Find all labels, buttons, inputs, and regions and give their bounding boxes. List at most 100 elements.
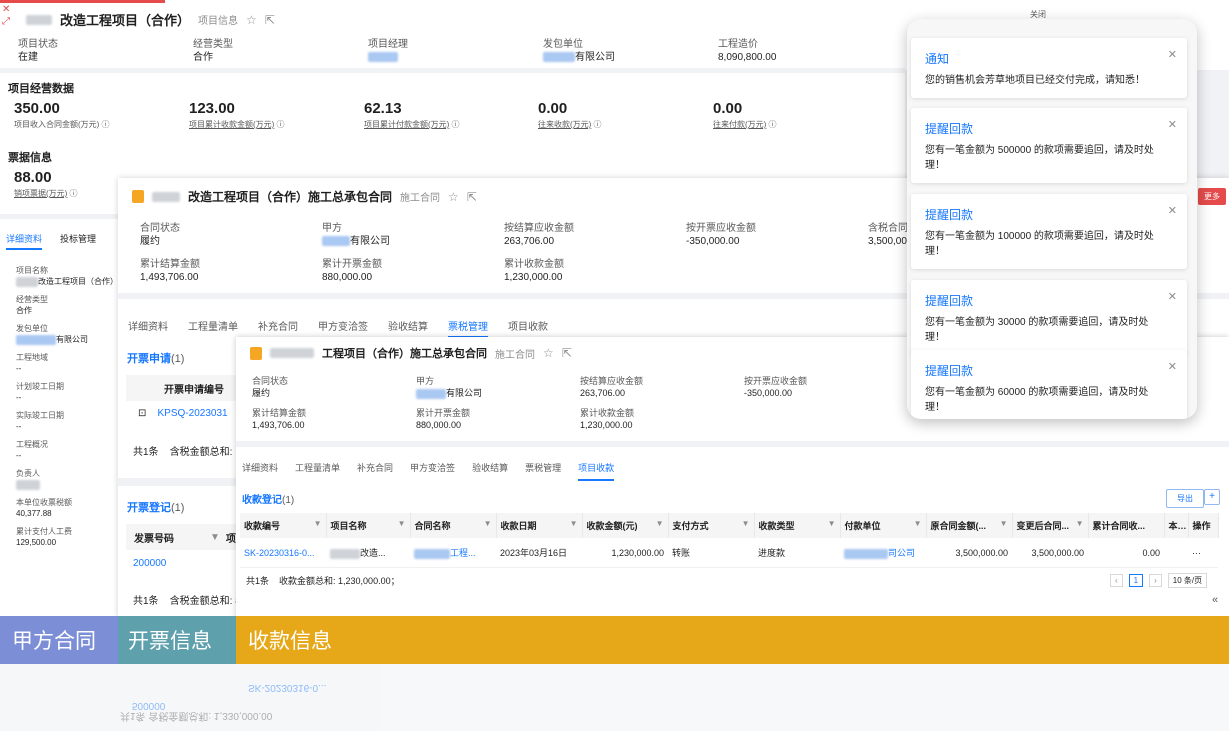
star-icon[interactable]: ☆	[543, 346, 554, 360]
contract-title: 改造工程项目（合作）施工总承包合同	[188, 190, 393, 204]
col-header[interactable]: 付款单位 ▼	[840, 513, 927, 538]
col-header[interactable]: 本次	[1164, 513, 1189, 538]
table-row[interactable]: SK-20230316-0... 改造... 工程... 2023年03月16日…	[240, 538, 1218, 568]
filter-icon: ▼	[569, 519, 578, 528]
close-icon[interactable]: ✕	[1168, 48, 1177, 61]
stat-paid[interactable]: 62.13 项目累计付款金额(万元) ⓘ	[364, 100, 460, 130]
close-icon[interactable]: ✕	[1168, 118, 1177, 131]
tab-details[interactable]: 详细资料	[242, 461, 278, 481]
stat-outbound[interactable]: 0.00 往来付款(万元) ⓘ	[713, 100, 777, 130]
tab-acceptance[interactable]: 验收结算	[472, 461, 508, 481]
table-header: 收款编号 ▼ 项目名称 ▼ 合同名称 ▼ 收款日期 ▼ 收款金额(元) ▼ 支付方式 ▼ 收…	[240, 513, 1219, 538]
receipt-section-title: 收款登记(1)	[242, 495, 295, 506]
filter-icon: ▼	[483, 519, 492, 528]
invoice-register-title: 开票登记(1)	[127, 502, 185, 514]
close-icon[interactable]: ✕	[1168, 204, 1177, 217]
col-header[interactable]: 收款类型 ▼	[754, 513, 841, 538]
share-icon[interactable]: ⇱	[562, 346, 572, 360]
divider	[0, 214, 118, 219]
more-button[interactable]: 更多	[1198, 188, 1226, 205]
close-icon[interactable]: ✕	[1168, 290, 1177, 303]
tab-quantities[interactable]: 工程量清单	[295, 461, 340, 481]
receipt-tabs: 详细资料 工程量清单 补充合同 甲方变洽签 验收结算 票税管理 项目收款	[242, 461, 615, 481]
tab-changes[interactable]: 甲方变洽签	[318, 318, 368, 338]
stat-inbound[interactable]: 0.00 往来收款(万元) ⓘ	[538, 100, 602, 130]
notification-panel: 通知 您的销售机会芳草地项目已经交付完成，请知悉！ ✕ 提醒回款 您有一笔金额为…	[907, 19, 1197, 419]
document-icon	[132, 190, 144, 203]
contract-info-grid: 合同状态 履约 甲方 有限公司 按结算应收金额 263,706.00 按开票应收金额 -…	[140, 223, 908, 283]
tab-bidding[interactable]: 投标管理	[60, 232, 96, 250]
col-header[interactable]: 变更后合同... ▼	[1012, 513, 1089, 538]
stat-received[interactable]: 123.00 项目累计收款金额(万元) ⓘ	[189, 100, 285, 130]
tab-quantities[interactable]: 工程量清单	[188, 318, 238, 338]
expand-icon[interactable]: ⤢	[2, 16, 10, 28]
col-header[interactable]: 收款日期 ▼	[496, 513, 583, 538]
close-icon[interactable]: ✕	[2, 4, 10, 16]
reflection: 共1条 含税金额总和: 1,330,000.00 500000 SK-20230…	[0, 664, 1229, 731]
col-header[interactable]: 项目名称 ▼	[326, 513, 411, 538]
filter-icon: ▼	[655, 519, 664, 528]
receipt-totals: 共1条 收款金额总和: 1,230,000.00；	[246, 576, 400, 586]
star-icon[interactable]: ☆	[246, 13, 257, 27]
tab-supplement[interactable]: 补充合同	[357, 461, 393, 481]
notification-card[interactable]: 通知 您的销售机会芳草地项目已经交付完成，请知悉！ ✕	[911, 38, 1187, 98]
star-icon[interactable]: ☆	[448, 190, 459, 204]
col-header[interactable]: 累计合同收...	[1088, 513, 1165, 538]
page-size-select[interactable]: 10 条/页	[1167, 573, 1208, 588]
notification-card[interactable]: 提醒回款 您有一笔金额为 100000 的款项需要追回，请及时处理！ ✕	[911, 194, 1187, 269]
page-number[interactable]: 1	[1128, 574, 1144, 587]
export-button[interactable]: 导出	[1166, 489, 1204, 508]
receipt-tag: 施工合同	[495, 349, 535, 361]
register-table-header: 发票号码 ▼ 项	[126, 524, 236, 550]
tab-tax[interactable]: 票税管理	[448, 318, 488, 338]
window-controls[interactable]: ✕ ⤢	[2, 4, 10, 28]
notification-card[interactable]: 提醒回款 您有一笔金额为 30000 的款项需要追回，请及时处理！ ✕	[911, 280, 1187, 355]
stat-invoice[interactable]: 88.00 销项票据(万元) ⓘ	[14, 169, 78, 199]
close-icon[interactable]: ✕	[1168, 360, 1177, 373]
info-type: 经营类型 合作	[193, 39, 233, 63]
pagination: ‹ 1 › 10 条/页	[1110, 573, 1208, 588]
next-page-button[interactable]: ›	[1149, 574, 1162, 587]
filter-icon: ▼	[827, 519, 836, 528]
project-header: 改造工程项目（合作） 项目信息 ☆ ⇱	[26, 10, 275, 29]
contract-header: 改造工程项目（合作）施工总承包合同 施工合同 ☆ ⇱	[132, 188, 477, 205]
tab-details[interactable]: 详细资料	[128, 318, 168, 338]
double-chevron-left-icon[interactable]: «	[1212, 594, 1218, 606]
notification-card[interactable]: 提醒回款 您有一笔金额为 500000 的款项需要追回，请及时处理！ ✕	[911, 108, 1187, 183]
expand-icon: ⊡	[138, 408, 147, 419]
share-icon[interactable]: ⇱	[265, 13, 275, 27]
share-icon[interactable]: ⇱	[467, 190, 477, 204]
col-header[interactable]: 支付方式 ▼	[668, 513, 755, 538]
project-info-row: 项目状态 在建 经营类型 合作 项目经理 发包单位 有限公司 工程造价 8,090,80…	[18, 38, 893, 64]
add-column-button[interactable]: +	[1204, 489, 1220, 505]
tab-tax[interactable]: 票税管理	[525, 461, 561, 481]
receipt-table: 收款编号 ▼ 项目名称 ▼ 合同名称 ▼ 收款日期 ▼ 收款金额(元) ▼ 支付方式 ▼ 收…	[240, 513, 1219, 568]
tab-changes[interactable]: 甲方变洽签	[410, 461, 455, 481]
tab-receipts[interactable]: 项目收款	[578, 461, 615, 481]
filter-icon: ▼	[397, 519, 406, 528]
top-red-bar	[0, 0, 165, 3]
redacted-name	[26, 14, 52, 25]
col-header[interactable]: 收款金额(元) ▼	[582, 513, 669, 538]
tab-receipts[interactable]: 项目收款	[508, 318, 548, 338]
tab-supplement[interactable]: 补充合同	[258, 318, 298, 338]
filter-icon: ▼	[1075, 519, 1084, 528]
col-header[interactable]: 收款编号 ▼	[240, 513, 327, 538]
prev-page-button[interactable]: ‹	[1110, 574, 1123, 587]
register-row[interactable]: 200000	[133, 558, 166, 569]
tab-details[interactable]: 详细资料	[6, 232, 43, 250]
caption-invoice: 开票信息	[118, 616, 236, 664]
apply-row[interactable]: ⊡ KPSQ-2023031	[138, 408, 228, 419]
tab-acceptance[interactable]: 验收结算	[388, 318, 428, 338]
col-header[interactable]: 合同名称 ▼	[410, 513, 497, 538]
filter-icon: ▼	[210, 531, 220, 543]
caption-receipt: 收款信息	[236, 616, 1229, 664]
row-actions[interactable]: ···	[1188, 538, 1218, 568]
info-status: 项目状态 在建	[18, 39, 58, 63]
filter-icon: ▼	[999, 519, 1008, 528]
caption-contract: 甲方合同	[0, 616, 118, 664]
stat-revenue: 350.00 项目收入合同金额(万元) ⓘ	[14, 100, 110, 129]
notification-card[interactable]: 提醒回款 您有一笔金额为 60000 的款项需要追回，请及时处理！ ✕	[911, 350, 1187, 419]
col-header[interactable]: 原合同金额(... ▼	[926, 513, 1013, 538]
filter-icon: ▼	[741, 519, 750, 528]
